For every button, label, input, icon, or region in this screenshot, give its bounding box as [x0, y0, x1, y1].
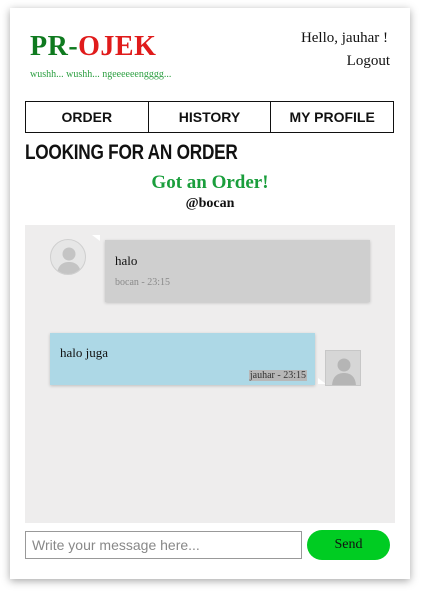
tab-history[interactable]: HISTORY [149, 102, 272, 132]
message-input[interactable] [25, 531, 302, 559]
tab-order[interactable]: ORDER [26, 102, 149, 132]
order-status: Got an Order! [151, 172, 269, 193]
user-avatar-icon [325, 350, 361, 386]
logout-link[interactable]: Logout [347, 53, 390, 70]
tab-my-profile[interactable]: MY PROFILE [271, 102, 393, 132]
customer-username: @bocan [185, 196, 235, 211]
main-nav: ORDER HISTORY MY PROFILE [25, 101, 394, 133]
brand-tagline: wushh... wushh... ngeeeeeengggg... [30, 69, 172, 80]
page-title: LOOKING FOR AN ORDER [25, 141, 238, 164]
send-button[interactable]: Send [307, 530, 390, 560]
message-meta: bocan - 23:15 [115, 277, 170, 288]
app-card: PR-OJEK wushh... wushh... ngeeeeeengggg.… [10, 8, 410, 579]
outgoing-message: halo juga jauhar - 23:15 [50, 333, 315, 385]
brand-ojek: OJEK [78, 31, 157, 62]
chat-panel[interactable]: halo bocan - 23:15 halo juga jauhar - 23… [25, 225, 395, 523]
message-meta: jauhar - 23:15 [248, 370, 307, 381]
user-avatar-icon [50, 239, 86, 275]
message-text: halo juga [60, 345, 109, 360]
brand-logo: PR-OJEK [30, 31, 156, 63]
incoming-message: halo bocan - 23:15 [105, 240, 370, 302]
incoming-bubble-tail [92, 235, 100, 241]
user-greeting: Hello, jauhar ! [300, 30, 388, 46]
brand-dash: - [68, 31, 79, 62]
brand-pr: PR [30, 31, 69, 62]
message-text: halo [115, 253, 138, 268]
